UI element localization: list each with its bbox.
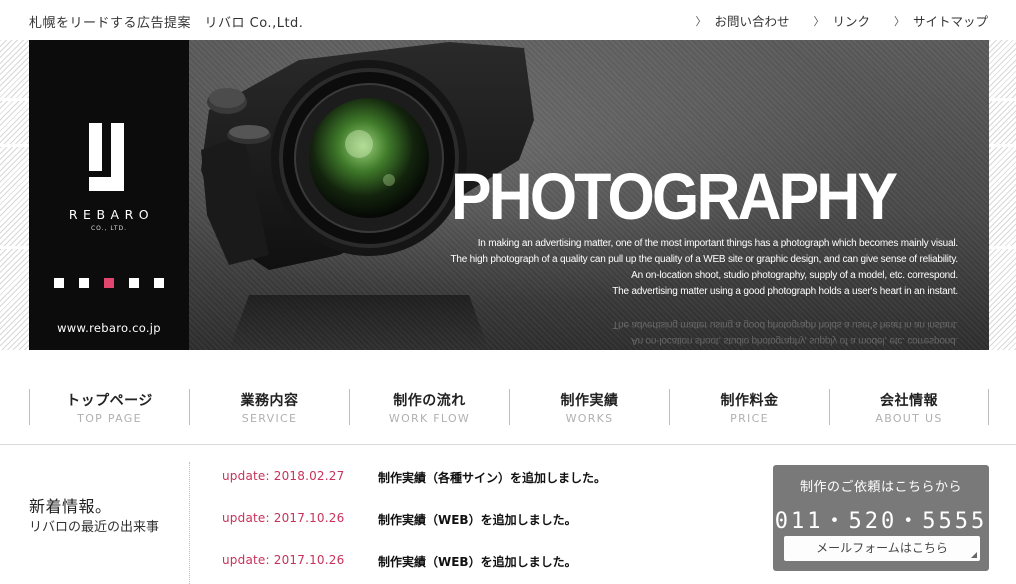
nav-label-ja: 制作実績	[560, 393, 619, 409]
hero-description-line: An on-location shoot, studio photography…	[631, 270, 958, 281]
hero-reflection-line: An on-location shoot, studio photography…	[631, 335, 958, 346]
nav-label-ja: 業務内容	[240, 393, 299, 409]
corner-arrow-icon	[971, 552, 977, 558]
header-link-label: サイトマップ	[912, 14, 988, 29]
band-separator	[0, 98, 29, 101]
hero-slider: REBARO CO., LTD. www.rebaro.co.jp PHOTOG…	[29, 40, 989, 350]
logo-subtext: CO., LTD.	[90, 225, 128, 232]
hero-description-line: The high photograph of a quality can pul…	[450, 254, 958, 265]
nav-item-service[interactable]: 業務内容 SERVICE	[189, 389, 349, 425]
chevron-right-icon: 〉	[695, 14, 707, 28]
news-link[interactable]: 制作実績（WEB）を追加しました。	[378, 511, 577, 528]
news-date: update: 2018.02.27	[222, 469, 345, 483]
slide-dot-4[interactable]	[129, 278, 139, 288]
site-url: www.rebaro.co.jp	[57, 321, 161, 335]
band-separator	[0, 246, 29, 249]
nav-item-work-flow[interactable]: 制作の流れ WORK FLOW	[349, 389, 509, 425]
top-header: 札幌をリードする広告提案 リバロ Co.,Ltd. 〉 お問い合わせ 〉 リンク…	[0, 0, 1016, 40]
band-separator	[989, 144, 1016, 147]
logo-panel: REBARO CO., LTD. www.rebaro.co.jp	[29, 40, 189, 350]
nav-label-en: PRICE	[730, 412, 769, 425]
logo-text: REBARO	[68, 207, 155, 222]
nav-item-price[interactable]: 制作料金 PRICE	[669, 389, 829, 425]
news-link[interactable]: 制作実績（各種サイン）を追加しました。	[378, 469, 606, 486]
nav-label-en: TOP PAGE	[77, 412, 142, 425]
hero-heading: PHOTOGRAPHY	[451, 159, 898, 233]
header-link-label: お問い合わせ	[714, 14, 790, 29]
nav-label-ja: 会社情報	[880, 393, 938, 409]
rebaro-logo-icon	[89, 123, 124, 191]
hero-reflection-line: The advertising matter using a good phot…	[612, 319, 958, 330]
mail-form-button-label: メールフォームはこちら	[816, 541, 948, 555]
header-links: 〉 お問い合わせ 〉 リンク 〉 サイトマップ	[695, 11, 988, 30]
news-heading: 新着情報。	[29, 497, 112, 516]
contact-title: 制作のご依頼はこちらから	[799, 480, 962, 495]
news-date: update: 2017.10.26	[222, 511, 345, 525]
contact-phone[interactable]: 011・520・5555	[773, 503, 989, 535]
news-subheading: リバロの最近の出来事	[29, 520, 160, 535]
site-title: 札幌をリードする広告提案 リバロ Co.,Ltd.	[29, 16, 304, 31]
nav-label-en: ABOUT US	[875, 412, 943, 425]
hero-description-reflection: An on-location shoot, studio photography…	[398, 316, 958, 348]
hero-description-line: The advertising matter using a good phot…	[612, 286, 958, 297]
header-link-sitemap[interactable]: 〉 サイトマップ	[894, 11, 988, 30]
band-separator	[989, 246, 1016, 249]
contact-box: 制作のご依頼はこちらから 011・520・5555 メールフォームはこちら	[773, 465, 989, 571]
news-divider	[189, 462, 190, 584]
nav-label-en: SERVICE	[241, 412, 298, 425]
hero-description-line: In making an advertising matter, one of …	[477, 238, 958, 249]
slide-dot-1[interactable]	[54, 278, 64, 288]
slide-dot-5[interactable]	[154, 278, 164, 288]
news-date: update: 2017.10.26	[222, 553, 345, 567]
news-item: update: 2017.10.26 制作実績（WEB）を追加しました。	[222, 553, 742, 569]
nav-label-en: WORK FLOW	[388, 412, 471, 425]
band-separator	[0, 144, 29, 147]
nav-item-about-us[interactable]: 会社情報 ABOUT US	[829, 389, 989, 425]
nav-divider	[0, 444, 1016, 445]
slide-indicator	[54, 278, 164, 288]
header-link-label: リンク	[832, 14, 870, 29]
chevron-right-icon: 〉	[813, 14, 825, 28]
nav-label-en: WORKS	[565, 412, 614, 425]
slide-dot-2[interactable]	[79, 278, 89, 288]
chevron-right-icon: 〉	[893, 14, 905, 28]
news-item: update: 2017.10.26 制作実績（WEB）を追加しました。	[222, 511, 742, 527]
hero-photo: PHOTOGRAPHY In making an advertising mat…	[189, 40, 989, 350]
hero-description: In making an advertising matter, one of …	[398, 236, 958, 300]
header-link-contact[interactable]: 〉 お問い合わせ	[695, 11, 789, 30]
news-item: update: 2018.02.27 制作実績（各種サイン）を追加しました。	[222, 469, 742, 485]
header-link-links[interactable]: 〉 リンク	[813, 11, 870, 30]
nav-item-top-page[interactable]: トップページ TOP PAGE	[29, 389, 189, 425]
slide-dot-3[interactable]	[104, 278, 114, 288]
mail-form-button[interactable]: メールフォームはこちら	[784, 536, 980, 561]
nav-item-works[interactable]: 制作実績 WORKS	[509, 389, 669, 425]
nav-label-ja: 制作料金	[720, 393, 779, 409]
nav-label-ja: 制作の流れ	[393, 393, 466, 409]
news-link[interactable]: 制作実績（WEB）を追加しました。	[378, 553, 577, 570]
band-separator	[989, 98, 1016, 101]
global-nav: トップページ TOP PAGE 業務内容 SERVICE 制作の流れ WORK …	[29, 389, 989, 425]
nav-label-ja: トップページ	[66, 393, 153, 409]
